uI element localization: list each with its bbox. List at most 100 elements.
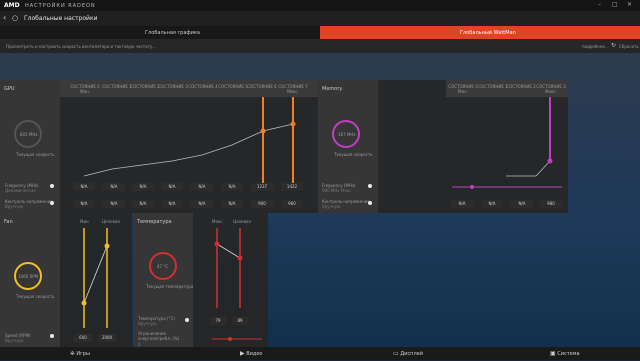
app-title: НАСТРОЙКИ RADEON: [25, 3, 96, 9]
gpu-volt-cell-1[interactable]: N/A: [103, 200, 125, 208]
fan-speed-toggle[interactable]: [50, 334, 54, 338]
gamepad-icon: ⎈: [70, 350, 75, 357]
power-limit-slider[interactable]: [212, 337, 262, 341]
memory-state-2: СОСТОЯНИЕ 2: [506, 84, 536, 89]
temperature-cell-target[interactable]: 89: [232, 317, 248, 325]
fan-cell-target[interactable]: 2000: [98, 334, 116, 342]
temperature-cell-max[interactable]: 79: [210, 317, 226, 325]
fan-section-label: Fan: [4, 219, 13, 225]
gpu-gauge-value: 602 MHz: [20, 132, 38, 137]
gpu-point-6[interactable]: [260, 128, 266, 134]
gpu-state-5: СОСТОЯНИЕ 5: [218, 84, 248, 89]
title-bar: AMD НАСТРОЙКИ RADEON – □ ✕: [0, 0, 640, 11]
gpu-volt-toggle[interactable]: [50, 201, 54, 205]
fan-gauge-value: 1066 RPM: [18, 274, 39, 279]
nav-video-label: Видео: [246, 351, 263, 357]
fan-speed-sub: Вручную: [5, 338, 24, 343]
more-link[interactable]: подробнее...: [582, 44, 609, 49]
gpu-freq-cell-5[interactable]: N/A: [221, 183, 243, 191]
temperature-point-target[interactable]: [237, 255, 243, 261]
memory-volt-cell-1[interactable]: N/A: [481, 200, 503, 208]
temperature-temp-sub: Вручную: [138, 321, 157, 326]
tab-global-graphics-label: Глобальная графика: [145, 30, 200, 36]
reset-button[interactable]: Сбросить: [619, 44, 639, 49]
gpu-state-0: СОСТОЯНИЕ 0 Мин.: [70, 84, 100, 94]
minimize-icon[interactable]: –: [598, 1, 601, 8]
memory-state-1: СОСТОЯНИЕ 1: [478, 84, 508, 89]
temperature-power-label: Ограничение энергопотребл. (%): [138, 331, 180, 341]
nav-system[interactable]: ▣ Система: [550, 347, 630, 360]
gpu-volt-cell-2[interactable]: N/A: [132, 200, 154, 208]
memory-point-3[interactable]: [547, 158, 553, 164]
fan-point-min[interactable]: [81, 300, 87, 306]
temperature-temp-toggle[interactable]: [185, 318, 189, 322]
memory-curve-line: [506, 160, 551, 177]
gpu-freq-cell-4[interactable]: N/A: [191, 183, 213, 191]
temperature-left-column: [133, 213, 193, 347]
maximize-icon[interactable]: □: [612, 1, 618, 8]
memory-freq-slider[interactable]: [452, 185, 562, 189]
gpu-section-label: GPU: [4, 86, 15, 92]
tab-global-wattman[interactable]: Глобальный WattMan: [320, 26, 640, 39]
memory-state-3: СОСТОЯНИЕ 3 Макс.: [536, 84, 566, 94]
memory-volt-cell-2[interactable]: N/A: [511, 200, 533, 208]
nav-games[interactable]: ⎈ Игры: [70, 347, 160, 360]
memory-volt-cell-0[interactable]: N/A: [451, 200, 473, 208]
temperature-point-max[interactable]: [214, 241, 220, 247]
gpu-point-7[interactable]: [290, 121, 296, 127]
memory-curve-chart: [506, 97, 553, 177]
gpu-volt-cell-0[interactable]: N/A: [73, 200, 95, 208]
gpu-freq-cell-6[interactable]: 1237: [251, 183, 273, 191]
amd-logo: AMD: [4, 2, 20, 9]
hint-text: Просмотреть и настроить скорость вентиля…: [6, 44, 157, 49]
gpu-volt-cell-6[interactable]: 900: [251, 200, 273, 208]
tab-global-graphics[interactable]: Глобальная графика: [0, 26, 320, 39]
gpu-volt-sub: Вручную: [5, 204, 24, 209]
fan-cell-min[interactable]: 600: [74, 334, 92, 342]
gpu-freq-cell-1[interactable]: N/A: [103, 183, 125, 191]
temperature-target-label: Целевая: [233, 219, 251, 224]
reset-icon[interactable]: ↻: [611, 42, 616, 49]
fan-target-label: Целевая: [102, 219, 120, 224]
temperature-curve-line: [216, 243, 241, 259]
memory-volt-cell-3[interactable]: 980: [540, 200, 562, 208]
gpu-volt-cell-3[interactable]: N/A: [161, 200, 183, 208]
system-icon: ▣: [550, 350, 556, 357]
monitor-icon: ▭: [393, 350, 399, 357]
tab-global-wattman-label: Глобальный WattMan: [460, 30, 516, 36]
memory-volt-sub: Вручную: [322, 204, 341, 209]
back-icon[interactable]: ‹: [3, 13, 6, 22]
close-icon[interactable]: ✕: [627, 1, 632, 8]
fan-gauge-caption: Текущая скорость: [16, 294, 55, 299]
globe-icon: ○: [12, 14, 19, 22]
page-title: Глобальные настройки: [24, 15, 98, 22]
gpu-volt-cell-4[interactable]: N/A: [191, 200, 213, 208]
memory-freq-sub: 900 MHz Макс.: [322, 188, 353, 193]
gpu-freq-cell-2[interactable]: N/A: [132, 183, 154, 191]
gpu-freq-toggle[interactable]: [50, 184, 54, 188]
gpu-state-6: СОСТОЯНИЕ 6: [247, 84, 277, 89]
fan-curve-line: [83, 245, 108, 304]
memory-state-0: СОСТОЯНИЕ 0 Мин.: [448, 84, 478, 94]
temperature-max-label: Макс: [212, 219, 223, 224]
memory-gauge-value: 167 MHz: [338, 132, 356, 137]
gpu-freq-cell-3[interactable]: N/A: [161, 183, 183, 191]
memory-freq-thumb[interactable]: [470, 185, 474, 189]
fan-min-label: Мин: [80, 219, 89, 224]
gpu-freq-cell-0[interactable]: N/A: [73, 183, 95, 191]
nav-display[interactable]: ▭ Дисплей: [393, 347, 483, 360]
memory-gauge-caption: Текущая скорость: [334, 152, 373, 157]
nav-games-label: Игры: [76, 351, 90, 357]
nav-display-label: Дисплей: [400, 351, 423, 357]
memory-freq-toggle[interactable]: [368, 184, 372, 188]
nav-video[interactable]: ▶ Видео: [240, 347, 330, 360]
gpu-state-4: СОСТОЯНИЕ 4: [188, 84, 218, 89]
fan-point-target[interactable]: [104, 243, 110, 249]
gpu-freq-cell-7[interactable]: 1422: [281, 183, 303, 191]
gpu-volt-cell-5[interactable]: N/A: [221, 200, 243, 208]
temperature-gauge-value: 47 °C: [157, 264, 169, 269]
gpu-gauge-caption: Текущая скорость: [16, 152, 55, 157]
memory-volt-toggle[interactable]: [368, 201, 372, 205]
gpu-volt-cell-7[interactable]: 960: [281, 200, 303, 208]
power-limit-thumb[interactable]: [228, 337, 232, 341]
